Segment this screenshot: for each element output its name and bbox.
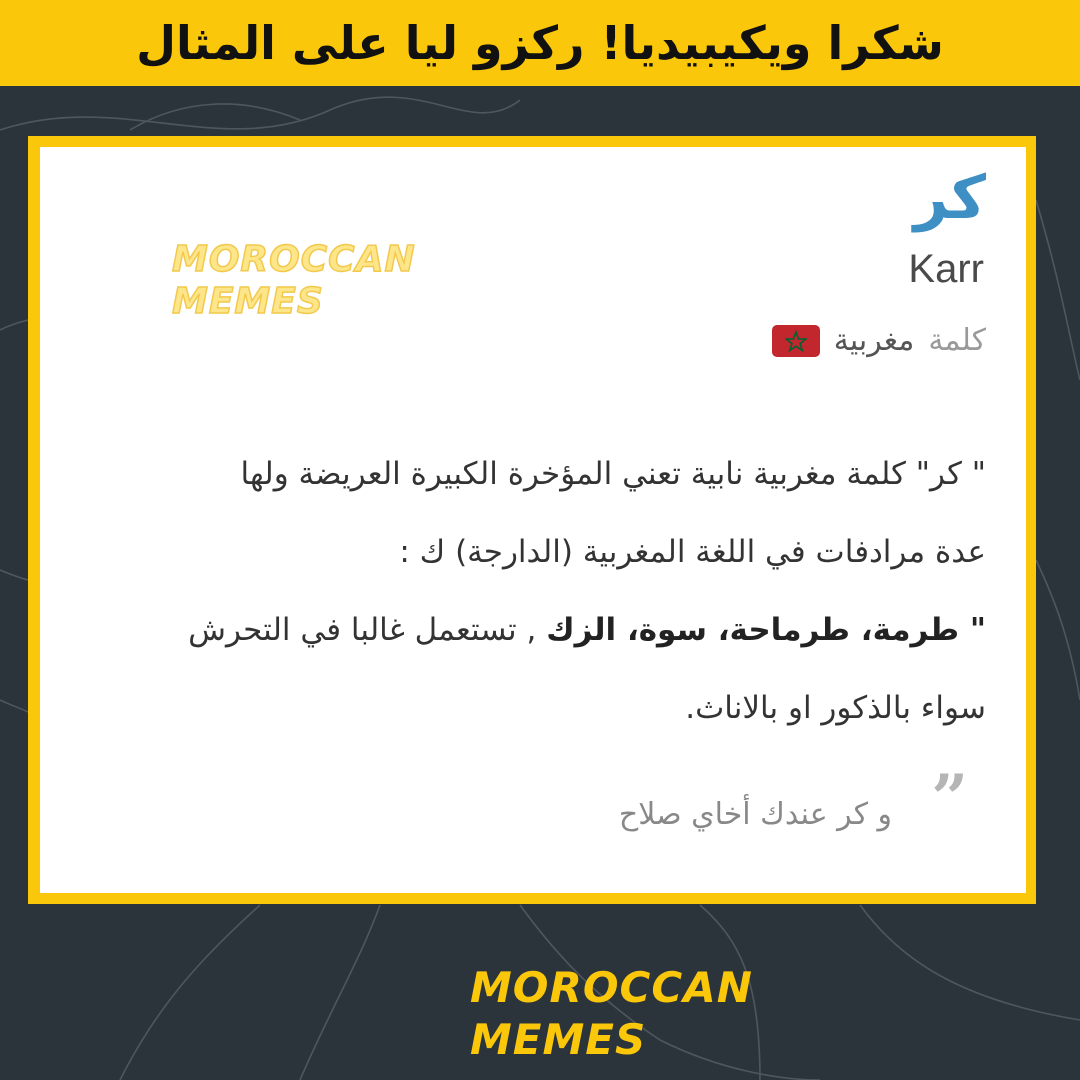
word-type-label: كلمة — [928, 323, 986, 358]
entry-transliteration: Karr — [908, 247, 984, 291]
watermark-bottom-line-1: MOROCCAN — [470, 963, 753, 1012]
watermark-logo-bottom: MOROCCAN MEMES — [470, 962, 753, 1066]
definition-line-2: عدة مرادفات في اللغة المغربية (الدارجة) … — [399, 534, 986, 570]
morocco-flag-icon — [771, 324, 820, 357]
definition-line-4: سواء بالذكور او بالاناث. — [685, 690, 986, 726]
entry-word: كر — [913, 163, 986, 233]
language-label: مغربية — [833, 323, 915, 358]
watermark-line-1: MOROCCAN — [171, 238, 416, 281]
watermark-logo-inner: MOROCCAN MEMES — [171, 238, 416, 323]
watermark-line-2: MEMES — [171, 280, 324, 323]
dictionary-card: كر Karr كلمة مغربية " كر" كلمة مغربية نا… — [40, 147, 1026, 893]
example-sentence: و كر عندك أخاي صلاح — [618, 797, 892, 832]
synonyms-list: " طرمة، طرماحة، سوة، الزك — [546, 612, 986, 648]
flag-star-icon — [784, 329, 807, 352]
banner-title: شكرا ويكيبيديا! ركزو ليا على المثال — [136, 16, 944, 70]
entry-definition: " كر" كلمة مغربية نابية تعني المؤخرة الك… — [86, 435, 986, 747]
definition-line-1: " كر" كلمة مغربية نابية تعني المؤخرة الك… — [240, 456, 986, 492]
top-banner: شكرا ويكيبيديا! ركزو ليا على المثال — [0, 0, 1080, 86]
entry-meta: كلمة مغربية — [771, 323, 986, 358]
quote-mark-icon: ” — [931, 761, 968, 836]
watermark-bottom-line-2: MEMES — [470, 1015, 647, 1064]
definition-line-3: " طرمة، طرماحة، سوة، الزك , تستعمل غالبا… — [86, 591, 986, 669]
definition-line-3-rest: , تستعمل غالبا في التحرش — [188, 612, 547, 648]
